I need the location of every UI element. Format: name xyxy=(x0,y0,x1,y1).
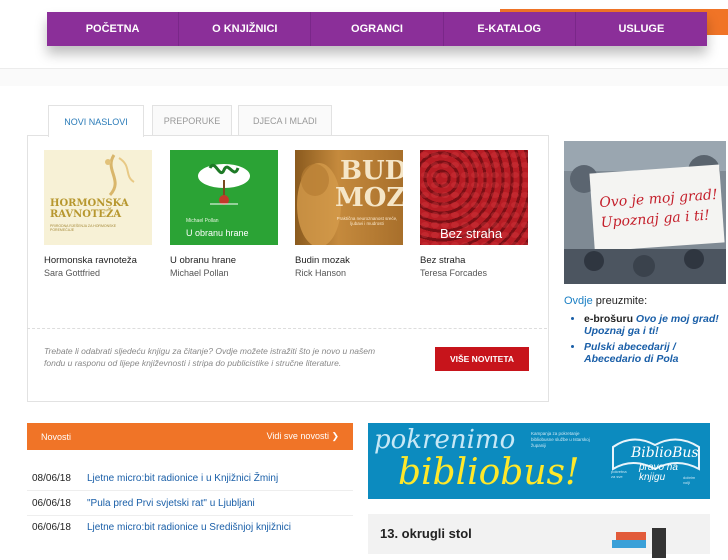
news-date: 06/06/18 xyxy=(32,522,71,533)
book-author: Teresa Forcades xyxy=(420,268,488,278)
news-date: 06/06/18 xyxy=(32,498,71,509)
tab-novi-naslovi[interactable]: NOVI NASLOVI xyxy=(48,105,144,137)
tab-preporuke[interactable]: PREPORUKE xyxy=(152,105,232,136)
bibliobus-line2: bibliobus! xyxy=(398,452,580,493)
bibliobus-logo-small: za sve xyxy=(611,474,623,479)
book-item[interactable]: Bez straha Bez straha Teresa Forcades xyxy=(420,150,530,278)
book-cover[interactable]: HORMONSKA RAVNOTEŽA PRIRODNA RJEŠENJA ZA… xyxy=(44,150,152,245)
download-link[interactable]: Ovdje xyxy=(564,295,593,307)
bibliobus-logo-small: volji xyxy=(683,480,690,485)
news-all-link[interactable]: Vidi sve novosti ❯ xyxy=(267,431,339,442)
book-item[interactable]: Michael Pollan U obranu hrane U obranu h… xyxy=(170,150,280,278)
nav-ogranci[interactable]: OGRANCI xyxy=(311,12,444,46)
more-new-titles-button[interactable]: VIŠE NOVITETA xyxy=(435,347,529,371)
books-stack-icon xyxy=(612,528,666,558)
download-box: Ovdje preuzmite: e-brošuru Ovo je moj gr… xyxy=(564,295,726,369)
download-item[interactable]: Pulski abecedarij / Abecedario di Pola xyxy=(584,341,726,365)
book-cover[interactable]: BUDIN MOZAK Praktična neuroznanost sreće… xyxy=(295,150,403,245)
news-link[interactable]: Ljetne micro:bit radionice u Središnjoj … xyxy=(87,522,291,533)
news-date: 08/06/18 xyxy=(32,473,71,484)
book-cover[interactable]: Bez straha xyxy=(420,150,528,245)
book-author: Sara Gottfried xyxy=(44,268,101,278)
panel-divider xyxy=(27,328,547,329)
book-cover[interactable]: Michael Pollan U obranu hrane xyxy=(170,150,278,245)
bibliobus-banner[interactable]: pokrenimo bibliobus! Kampanja za pokreta… xyxy=(368,423,710,499)
book-bus-icon xyxy=(612,438,700,471)
news-title: Novosti xyxy=(41,431,72,442)
download-text: preuzmite: xyxy=(592,295,648,307)
cover-title: Bez straha xyxy=(440,226,503,241)
cover-subtitle: Praktična neuroznanost sreće, ljubavi i … xyxy=(336,216,398,226)
book-title[interactable]: Budin mozak xyxy=(295,255,405,266)
main-nav: POČETNA O KNJIŽNICI OGRANCI E-KATALOG US… xyxy=(47,12,707,46)
nav-e-katalog[interactable]: E-KATALOG xyxy=(444,12,576,46)
cover-title-line: RAVNOTEŽA xyxy=(50,209,122,220)
bibliobus-caption: Kampanja za pokretanje bibliobusne služb… xyxy=(531,431,590,448)
news-divider xyxy=(27,515,353,516)
cover-title: U obranu hrane xyxy=(186,228,249,238)
bibliobus-logo-text: BiblioBus xyxy=(631,445,699,461)
book-item[interactable]: BUDIN MOZAK Praktična neuroznanost sreće… xyxy=(295,150,405,278)
nav-usluge[interactable]: USLUGE xyxy=(576,12,707,46)
book-title[interactable]: U obranu hrane xyxy=(170,255,280,266)
download-item-prefix: e-brošuru xyxy=(584,313,636,325)
book-item[interactable]: HORMONSKA RAVNOTEŽA PRIRODNA RJEŠENJA ZA… xyxy=(44,150,154,278)
download-item[interactable]: e-brošuru Ovo je moj grad! Upoznaj ga i … xyxy=(584,313,726,337)
header-band xyxy=(0,68,728,86)
news-divider xyxy=(27,490,353,491)
bibliobus-logo-sub: knjigu xyxy=(639,472,666,483)
book-title[interactable]: Bez straha xyxy=(420,255,530,266)
news-item[interactable]: 06/06/18 Ljetne micro:bit radionice u Sr… xyxy=(32,522,362,533)
news-link[interactable]: Ljetne micro:bit radionice i u Knjižnici… xyxy=(87,473,278,484)
round-table-title: 13. okrugli stol xyxy=(380,526,472,541)
news-header: Novosti Vidi sve novosti ❯ xyxy=(27,423,353,450)
book-author: Rick Hanson xyxy=(295,268,347,278)
bibliobus-logo: BiblioBus pravo na knjigu pokretna za sv… xyxy=(603,425,708,497)
cover-subtitle: PRIRODNA RJEŠENJA ZA HORMONSKE POREMEĆAJ… xyxy=(50,224,117,232)
nav-pocetna[interactable]: POČETNA xyxy=(47,12,180,46)
tab-djeca-i-mladi[interactable]: DJECA I MLADI xyxy=(238,105,332,136)
news-item[interactable]: 06/06/18 "Pula pred Prvi svjetski rat" u… xyxy=(32,498,362,509)
cover-title-line: BUDIN xyxy=(340,156,403,186)
bibliobus-line1: pokrenimo xyxy=(374,425,516,455)
cover-author: Michael Pollan xyxy=(186,218,219,224)
download-item-link[interactable]: Pulski abecedarij / Abecedario di Pola xyxy=(584,341,679,365)
cover-title-line: HORMONSKA xyxy=(50,198,129,209)
book-list: HORMONSKA RAVNOTEŽA PRIRODNA RJEŠENJA ZA… xyxy=(44,150,544,280)
panel-description: Trebate li odabrati sljedeću knjigu za č… xyxy=(44,346,376,368)
nav-o-knjiznici[interactable]: O KNJIŽNICI xyxy=(179,12,312,46)
promo-banner[interactable]: Ovo je moj grad! Upoznaj ga i ti! xyxy=(564,141,726,284)
round-table-banner[interactable]: 13. okrugli stol xyxy=(368,514,710,558)
news-item[interactable]: 08/06/18 Ljetne micro:bit radionice i u … xyxy=(32,473,362,484)
cover-title-line: MOZAK xyxy=(335,183,403,213)
news-link[interactable]: "Pula pred Prvi svjetski rat" u Ljubljan… xyxy=(87,498,255,509)
book-title[interactable]: Hormonska ravnoteža xyxy=(44,255,154,266)
book-author: Michael Pollan xyxy=(170,268,229,278)
